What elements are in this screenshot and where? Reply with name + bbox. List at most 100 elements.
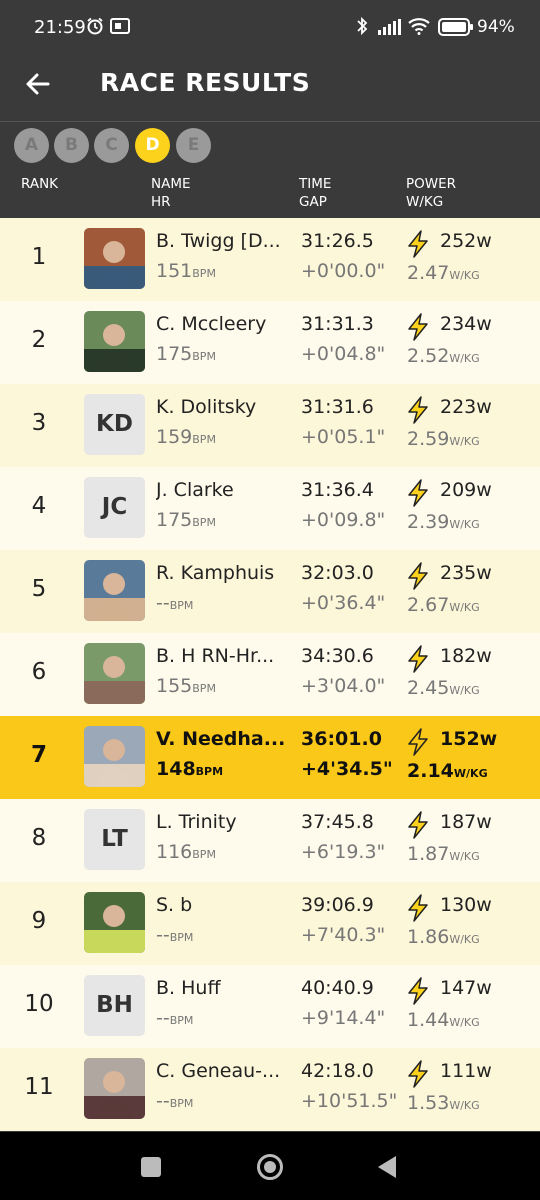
rank-value: 1 (31, 244, 47, 270)
tab-category-e[interactable]: E (176, 128, 211, 163)
result-row[interactable]: 3 KD K. Dolitsky 159BPM 31:31.6 +0'05.1" 223w 2… (0, 384, 540, 467)
wkg-unit: W/KG (449, 850, 480, 863)
wkg-value: 2.67 (407, 594, 450, 616)
column-power[interactable]: POWER (406, 176, 456, 193)
finish-time: 36:01.0 (301, 728, 382, 750)
heart-rate: --BPM (156, 592, 193, 614)
rank-value: 2 (31, 327, 47, 353)
wkg-value: 1.87 (407, 843, 450, 865)
rider-name[interactable]: C. Geneau-... (156, 1060, 294, 1082)
rank-value: 7 (30, 742, 47, 768)
tab-category-d[interactable]: D (135, 128, 170, 163)
rider-name[interactable]: B. Twigg [D... (156, 230, 294, 252)
finish-time: 39:06.9 (301, 894, 374, 916)
rider-name[interactable]: R. Kamphuis (156, 562, 294, 584)
heart-rate: 148BPM (156, 758, 223, 780)
watts-per-kg: 1.87W/KG (407, 843, 480, 865)
result-row[interactable]: 8 LT L. Trinity 116BPM 37:45.8 +6'19.3" 187w 1.… (0, 799, 540, 882)
heart-rate: 151BPM (156, 260, 216, 282)
lightning-bolt-icon (408, 811, 428, 839)
wkg-value: 2.39 (407, 511, 450, 533)
wkg-value: 2.45 (407, 677, 450, 699)
watts-per-kg: 2.14W/KG (407, 760, 488, 782)
notification-icon (110, 18, 130, 34)
hr-value: 175 (156, 509, 193, 531)
column-hr[interactable]: HR (151, 194, 171, 211)
lightning-bolt-icon (408, 645, 428, 673)
finish-time: 32:03.0 (301, 562, 374, 584)
back-triangle-icon[interactable] (378, 1156, 396, 1178)
rider-name[interactable]: J. Clarke (156, 479, 294, 501)
results-list[interactable]: 1 B. Twigg [D... 151BPM 31:26.5 +0'00.0" 252w… (0, 218, 540, 1132)
home-icon[interactable] (257, 1154, 283, 1180)
column-header: RANK NAME HR TIME GAP POWER W/KG (0, 168, 540, 218)
rider-name[interactable]: L. Trinity (156, 811, 294, 833)
result-row[interactable]: 4 JC J. Clarke 175BPM 31:36.4 +0'09.8" 209w 2.3… (0, 467, 540, 550)
page-title: RACE RESULTS (100, 68, 311, 97)
time-gap: +7'40.3" (301, 924, 386, 946)
result-row[interactable]: 5 R. Kamphuis --BPM 32:03.0 +0'36.4" 235w 2.67… (0, 550, 540, 633)
rider-name[interactable]: K. Dolitsky (156, 396, 294, 418)
system-nav-bar (0, 1132, 540, 1200)
rider-name[interactable]: V. Needha... (156, 728, 294, 750)
heart-rate: 175BPM (156, 509, 216, 531)
rider-name[interactable]: S. b (156, 894, 294, 916)
result-row[interactable]: 1 B. Twigg [D... 151BPM 31:26.5 +0'00.0" 252w… (0, 218, 540, 301)
result-row[interactable]: 6 B. H RN-Hr... 155BPM 34:30.6 +3'04.0" 182w 2… (0, 633, 540, 716)
rider-name[interactable]: C. Mccleery (156, 313, 294, 335)
time-gap: +3'04.0" (301, 675, 386, 697)
finish-time: 31:26.5 (301, 230, 374, 252)
time-gap: +0'36.4" (301, 592, 386, 614)
time-gap: +0'04.8" (301, 343, 386, 365)
tab-category-c[interactable]: C (94, 128, 129, 163)
rank-value: 9 (31, 908, 47, 934)
bpm-unit: BPM (169, 1097, 194, 1110)
wkg-value: 2.59 (407, 428, 450, 450)
recents-icon[interactable] (141, 1157, 161, 1177)
wkg-unit: W/KG (449, 518, 480, 531)
time-gap: +0'09.8" (301, 509, 386, 531)
column-rank[interactable]: RANK (21, 176, 58, 193)
heart-rate: 175BPM (156, 343, 216, 365)
power-watts: 147w (440, 977, 492, 999)
wkg-value: 2.52 (407, 345, 450, 367)
rider-name[interactable]: B. H RN-Hr... (156, 645, 294, 667)
column-name[interactable]: NAME (151, 176, 191, 193)
tab-category-b[interactable]: B (54, 128, 89, 163)
column-gap[interactable]: GAP (299, 194, 327, 211)
wkg-unit: W/KG (449, 435, 480, 448)
bpm-unit: BPM (192, 682, 216, 695)
rider-name[interactable]: B. Huff (156, 977, 294, 999)
rank-value: 4 (31, 493, 47, 519)
hr-value: 151 (156, 260, 193, 282)
avatar-initials: BH (84, 975, 145, 1036)
power-watts: 235w (440, 562, 492, 584)
wkg-value: 1.53 (407, 1092, 450, 1114)
battery-percent: 94% (477, 17, 515, 37)
power-watts: 234w (440, 313, 492, 335)
result-row[interactable]: 11 C. Geneau-... --BPM 42:18.0 +10'51.5" 111w… (0, 1048, 540, 1131)
column-wkg[interactable]: W/KG (406, 194, 443, 211)
arrow-left-icon[interactable] (24, 70, 52, 98)
lightning-bolt-icon (408, 562, 428, 590)
result-row[interactable]: 9 S. b --BPM 39:06.9 +7'40.3" 130w 1.86W/KG (0, 882, 540, 965)
power-watts: 223w (440, 396, 492, 418)
wkg-unit: W/KG (449, 269, 480, 282)
hr-value: -- (156, 924, 170, 946)
power-watts: 111w (440, 1060, 492, 1082)
column-time[interactable]: TIME (299, 176, 331, 193)
heart-rate: 116BPM (156, 841, 216, 863)
power-watts: 252w (440, 230, 492, 252)
result-row[interactable]: 2 C. Mccleery 175BPM 31:31.3 +0'04.8" 234w 2.5… (0, 301, 540, 384)
watts-per-kg: 2.59W/KG (407, 428, 480, 450)
wkg-unit: W/KG (449, 684, 480, 697)
result-row[interactable]: 7 V. Needha... 148BPM 36:01.0 +4'34.5" 152w 2.… (0, 716, 540, 799)
battery-icon (438, 18, 473, 36)
hr-value: -- (156, 1007, 170, 1029)
result-row[interactable]: 10 BH B. Huff --BPM 40:40.9 +9'14.4" 147w 1.44W… (0, 965, 540, 1048)
alarm-icon (87, 17, 103, 35)
avatar-initials: JC (84, 477, 145, 538)
watts-per-kg: 2.45W/KG (407, 677, 480, 699)
tab-category-a[interactable]: A (14, 128, 49, 163)
power-watts: 187w (440, 811, 492, 833)
